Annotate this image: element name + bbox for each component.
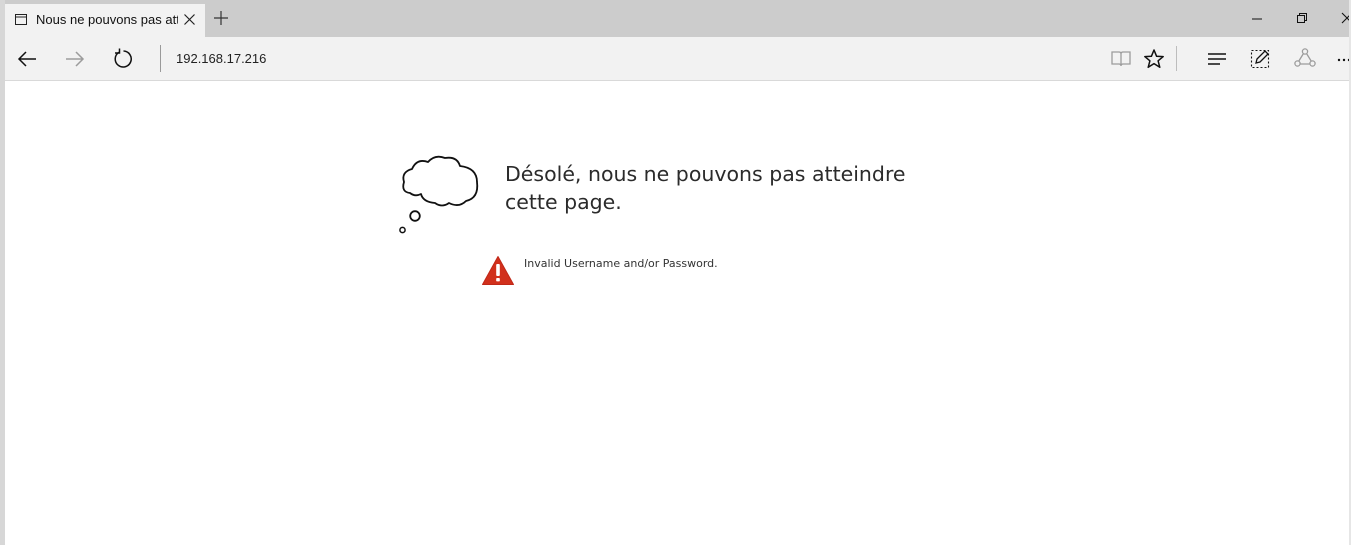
warning-icon	[482, 256, 514, 285]
tab-title: Nous ne pouvons pas atteindre cette page	[36, 12, 178, 27]
page-icon	[15, 14, 27, 25]
favorite-star-icon[interactable]	[1142, 47, 1166, 71]
hub-icon[interactable]	[1205, 47, 1229, 71]
reading-view-book-icon[interactable]	[1109, 47, 1133, 71]
toolbar-divider	[1176, 46, 1177, 71]
restore-icon[interactable]	[1292, 8, 1312, 28]
back-arrow-icon[interactable]	[15, 47, 39, 71]
forward-arrow-icon[interactable]	[63, 47, 87, 71]
error-headline: Désolé, nous ne pouvons pas atteindre ce…	[505, 162, 906, 214]
navigation-bar: 192.168.17.216	[5, 37, 1351, 81]
minimize-icon[interactable]	[1247, 8, 1267, 28]
tab-active[interactable]: Nous ne pouvons pas atteindre cette page	[5, 4, 205, 37]
new-tab-plus-icon[interactable]	[213, 10, 229, 26]
share-icon[interactable]	[1293, 47, 1317, 71]
more-icon[interactable]	[1331, 47, 1351, 71]
web-note-pen-icon[interactable]	[1248, 47, 1272, 71]
window-left-edge	[0, 0, 5, 545]
address-field[interactable]: 192.168.17.216	[176, 51, 266, 66]
thought-cloud-icon	[399, 155, 479, 234]
refresh-icon[interactable]	[111, 47, 135, 71]
tab-close-icon[interactable]	[183, 13, 196, 26]
error-message: Invalid Username and/or Password.	[524, 257, 718, 270]
toolbar-divider	[160, 45, 161, 72]
title-bar: Nous ne pouvons pas atteindre cette page	[5, 0, 1351, 37]
